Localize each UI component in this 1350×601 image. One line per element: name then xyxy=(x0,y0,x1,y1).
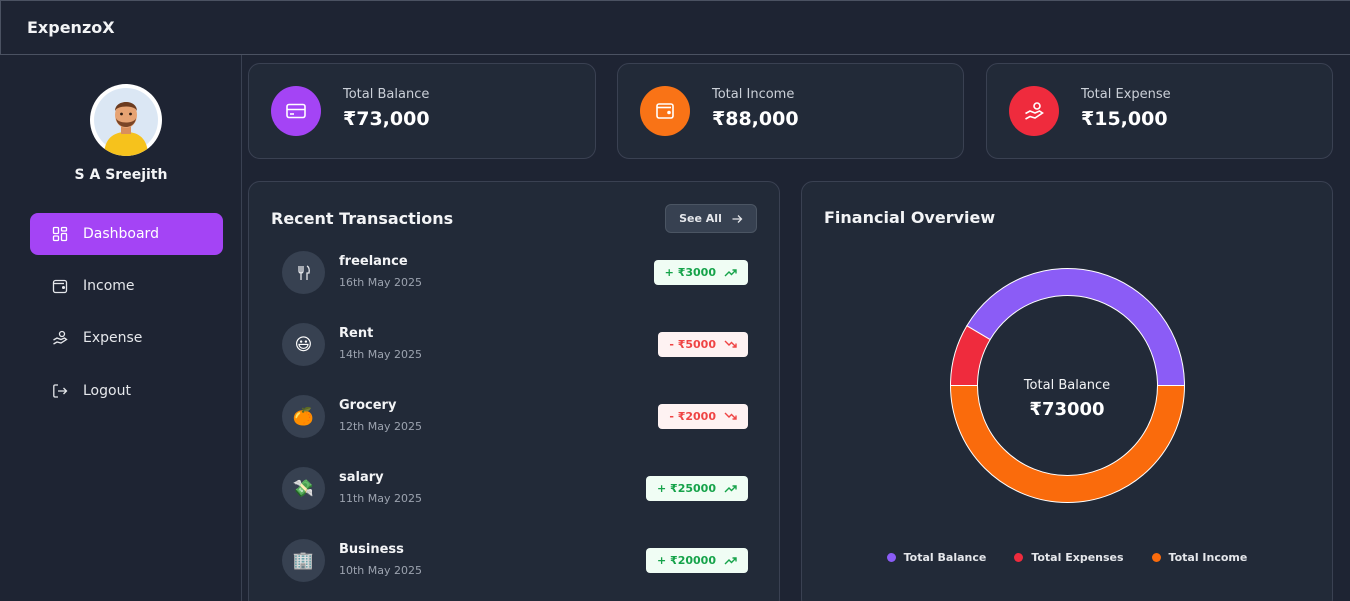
sidebar-item-label: Income xyxy=(83,278,135,294)
sidebar-item-logout[interactable]: Logout xyxy=(30,370,223,412)
recent-transactions-title: Recent Transactions xyxy=(271,209,454,228)
financial-overview-card: Financial Overview Total Balance ₹73000 … xyxy=(801,181,1333,601)
transaction-row[interactable]: 😃 Rent 14th May 2025 - ₹5000 xyxy=(282,323,748,367)
donut-center-label: Total Balance xyxy=(1023,378,1111,393)
chart-legend: Total Balance Total Expenses Total Income xyxy=(802,551,1332,564)
wallet-icon xyxy=(640,86,690,136)
transaction-emoji: 🏢 xyxy=(292,550,315,571)
legend-item: Total Income xyxy=(1151,551,1248,564)
logout-icon xyxy=(52,383,68,399)
hand-coins-icon xyxy=(1009,86,1059,136)
trending-up-icon xyxy=(724,557,737,565)
sidebar-item-label: Expense xyxy=(83,330,143,346)
user-name: S A Sreejith xyxy=(74,167,168,183)
stat-card-total-expense: Total Expense ₹15,000 xyxy=(986,63,1333,159)
donut-center-value: ₹73000 xyxy=(1029,399,1105,420)
transaction-emoji: 😃 xyxy=(294,334,313,355)
see-all-button[interactable]: See All xyxy=(665,204,757,233)
recent-transactions-card: Recent Transactions See All freelance 16… xyxy=(248,181,780,601)
trending-up-icon xyxy=(724,269,737,277)
transaction-date: 16th May 2025 xyxy=(339,276,423,289)
transaction-amount-badge: + ₹3000 xyxy=(653,260,748,285)
transaction-date: 12th May 2025 xyxy=(339,420,423,433)
legend-dot xyxy=(1151,553,1161,562)
dashboard-icon xyxy=(52,226,68,242)
transaction-date: 11th May 2025 xyxy=(339,492,423,505)
arrow-right-icon xyxy=(732,214,743,223)
legend-dot xyxy=(886,553,896,562)
transaction-amount: + ₹20000 xyxy=(657,554,716,567)
top-bar: ExpenzoX xyxy=(0,0,1350,55)
legend-item: Total Balance xyxy=(886,551,987,564)
sidebar-item-expense[interactable]: Expense xyxy=(30,317,223,359)
legend-label: Total Income xyxy=(1168,551,1248,564)
legend-label: Total Balance xyxy=(903,551,987,564)
stat-value: ₹73,000 xyxy=(343,108,430,130)
stat-label: Total Balance xyxy=(343,87,430,102)
sidebar-item-label: Dashboard xyxy=(83,226,159,242)
donut-slice-total-balance[interactable] xyxy=(966,268,1186,386)
stat-label: Total Income xyxy=(712,87,795,102)
legend-item: Total Expenses xyxy=(1014,551,1124,564)
credit-card-icon xyxy=(271,86,321,136)
transaction-amount: - ₹2000 xyxy=(669,410,716,423)
stat-value: ₹15,000 xyxy=(1081,108,1168,130)
transaction-emoji: 💸 xyxy=(292,478,315,499)
transaction-row[interactable]: freelance 16th May 2025 + ₹3000 xyxy=(282,251,748,295)
stat-value: ₹88,000 xyxy=(712,108,799,130)
office-building-emoji-icon: 🏢 xyxy=(282,539,325,582)
transaction-name: Rent xyxy=(339,326,374,341)
stat-label: Total Expense xyxy=(1081,87,1171,102)
money-wings-emoji-icon: 💸 xyxy=(282,467,325,510)
avatar-illustration xyxy=(94,88,158,156)
transaction-name: salary xyxy=(339,470,384,485)
app-title: ExpenzoX xyxy=(27,18,115,37)
transaction-amount-badge: - ₹2000 xyxy=(658,404,748,429)
transaction-name: Business xyxy=(339,542,404,557)
hand-coins-icon xyxy=(52,330,68,346)
wallet-icon xyxy=(52,278,68,294)
transaction-date: 10th May 2025 xyxy=(339,564,423,577)
financial-overview-title: Financial Overview xyxy=(824,208,996,227)
transaction-row[interactable]: 🏢 Business 10th May 2025 + ₹20000 xyxy=(282,539,748,583)
sidebar-item-label: Logout xyxy=(83,383,131,399)
transaction-emoji: 🍊 xyxy=(292,406,315,427)
transaction-amount-badge: - ₹5000 xyxy=(658,332,748,357)
sidebar: S A Sreejith Dashboard Income Expense Lo… xyxy=(0,55,242,601)
transaction-amount: - ₹5000 xyxy=(669,338,716,351)
stat-card-total-income: Total Income ₹88,000 xyxy=(617,63,964,159)
transaction-row[interactable]: 💸 salary 11th May 2025 + ₹25000 xyxy=(282,467,748,511)
see-all-label: See All xyxy=(679,212,722,225)
transaction-name: Grocery xyxy=(339,398,397,413)
trending-down-icon xyxy=(724,340,737,348)
transaction-name: freelance xyxy=(339,254,408,269)
trending-up-icon xyxy=(724,485,737,493)
legend-label: Total Expenses xyxy=(1031,551,1124,564)
sidebar-item-income[interactable]: Income xyxy=(30,265,223,307)
transaction-amount: + ₹3000 xyxy=(664,266,716,279)
transaction-row[interactable]: 🍊 Grocery 12th May 2025 - ₹2000 xyxy=(282,395,748,439)
sidebar-item-dashboard[interactable]: Dashboard xyxy=(30,213,223,255)
grinning-face-emoji-icon: 😃 xyxy=(282,323,325,366)
avatar[interactable] xyxy=(90,84,162,156)
stat-card-total-balance: Total Balance ₹73,000 xyxy=(248,63,596,159)
transaction-amount: + ₹25000 xyxy=(657,482,716,495)
tangerine-emoji-icon: 🍊 xyxy=(282,395,325,438)
transaction-amount-badge: + ₹20000 xyxy=(646,548,748,573)
legend-dot xyxy=(1014,553,1024,562)
utensils-icon xyxy=(282,251,325,294)
trending-down-icon xyxy=(724,412,737,420)
transaction-date: 14th May 2025 xyxy=(339,348,423,361)
transaction-amount-badge: + ₹25000 xyxy=(646,476,748,501)
